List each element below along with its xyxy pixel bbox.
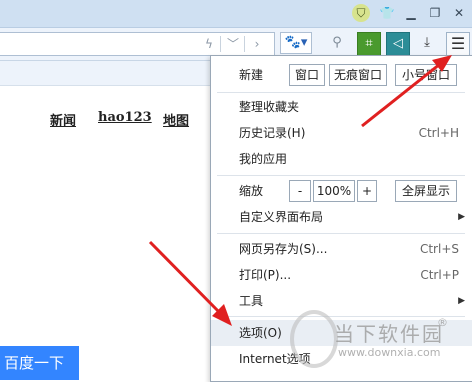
- arrow-to-menu-icon: [361, 55, 452, 128]
- arrow-to-options: [148, 240, 232, 326]
- annotation-arrows: [148, 55, 452, 326]
